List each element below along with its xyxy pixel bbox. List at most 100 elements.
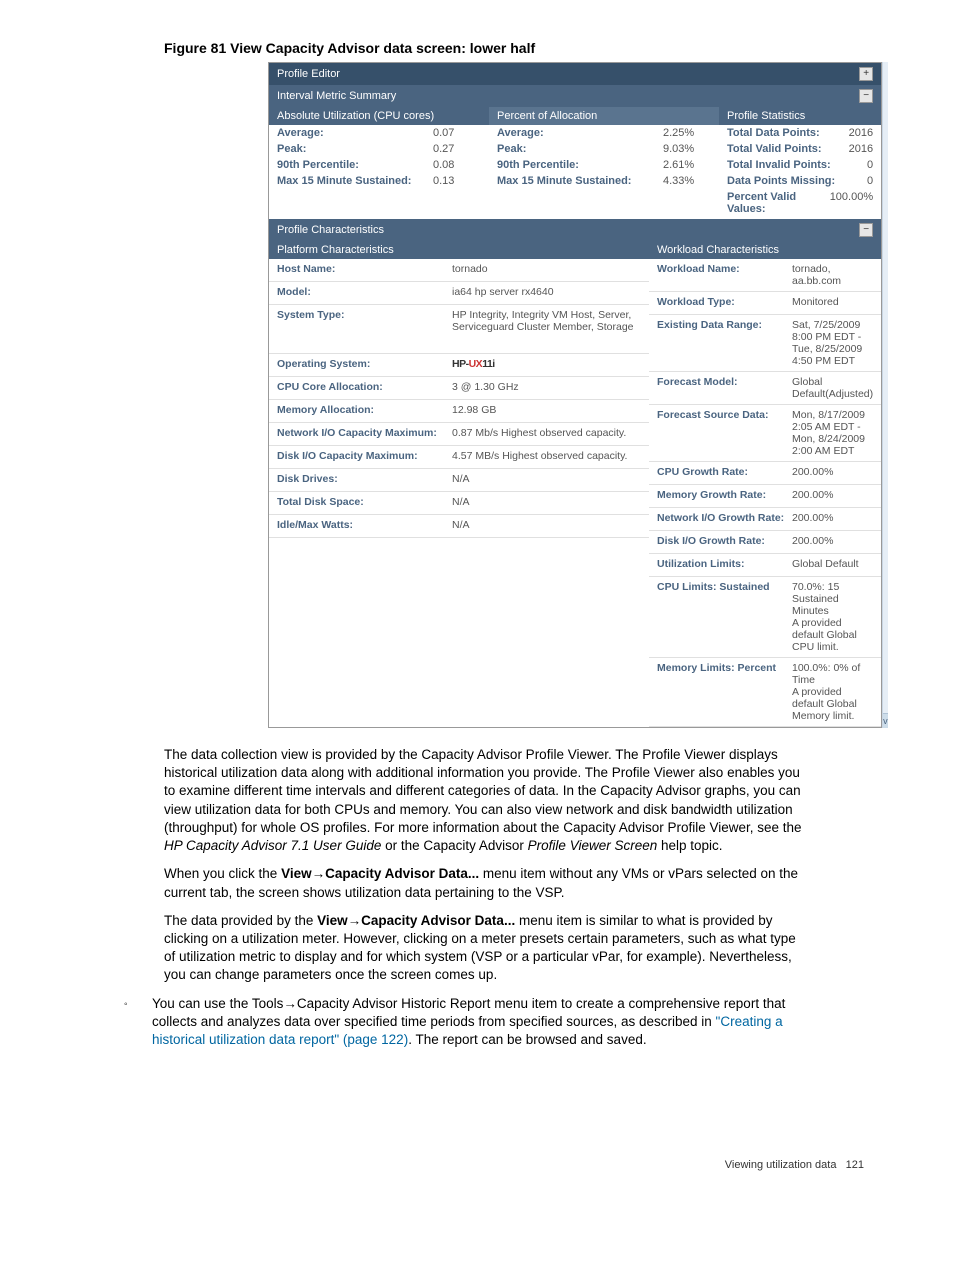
stat-v: 100.00%: [820, 191, 873, 215]
wl-k: Utilization Limits:: [657, 558, 792, 572]
stat-k: Data Points Missing:: [727, 175, 857, 187]
scrollbar[interactable]: v: [882, 62, 888, 728]
figure-caption: Figure 81 View Capacity Advisor data scr…: [164, 40, 894, 56]
wl-v: Global Default(Adjusted): [792, 376, 873, 400]
wl-k: Network I/O Growth Rate:: [657, 512, 792, 526]
body-paragraphs: The data collection view is provided by …: [164, 746, 804, 985]
bullet-body: You can use the Tools→Capacity Advisor H…: [152, 995, 804, 1050]
wl-v: 200.00%: [792, 535, 873, 549]
wl-v: Mon, 8/17/2009 2:05 AM EDT - Mon, 8/24/2…: [792, 409, 873, 457]
wl-v: 70.0%: 15 Sustained Minutes A provided d…: [792, 581, 873, 653]
plat-k: Disk Drives:: [277, 473, 452, 487]
bullet-item: ◦ You can use the Tools→Capacity Advisor…: [124, 995, 804, 1050]
plat-v: 4.57 MB/s Highest observed capacity.: [452, 450, 641, 464]
abs-k: Average:: [277, 127, 433, 139]
percent-subheader: Percent of Allocation: [489, 107, 719, 125]
platform-subheader: Platform Characteristics: [269, 241, 649, 259]
wl-v: tornado, aa.bb.com: [792, 263, 873, 287]
scroll-down-icon[interactable]: v: [883, 713, 888, 728]
plat-v: tornado: [452, 263, 641, 277]
wl-k: Memory Growth Rate:: [657, 489, 792, 503]
plat-k: CPU Core Allocation:: [277, 381, 452, 395]
plat-v: N/A: [452, 496, 641, 510]
plat-v: ia64 hp server rx4640: [452, 286, 641, 300]
abs-v: 0.08: [433, 159, 481, 171]
stat-v: 0: [857, 175, 873, 187]
pct-v: 2.25%: [663, 127, 711, 139]
plat-v: HP Integrity, Integrity VM Host, Server,…: [452, 309, 641, 349]
paragraph-2: When you click the View→Capacity Advisor…: [164, 865, 804, 901]
absolute-subheader: Absolute Utilization (CPU cores): [269, 107, 489, 125]
wl-k: Workload Type:: [657, 296, 792, 310]
plat-k: Total Disk Space:: [277, 496, 452, 510]
screenshot-panel: Profile Editor + Interval Metric Summary…: [268, 62, 882, 728]
wl-v: 100.0%: 0% of Time A provided default Gl…: [792, 662, 873, 722]
profile-editor-header: Profile Editor +: [269, 63, 881, 85]
plat-k: Host Name:: [277, 263, 452, 277]
footer-section: Viewing utilization data: [725, 1159, 837, 1171]
abs-v: 0.27: [433, 143, 481, 155]
platform-column: Host Name:tornado Model:ia64 hp server r…: [269, 259, 649, 727]
stat-k: Percent Valid Values:: [727, 191, 820, 215]
stat-k: Total Valid Points:: [727, 143, 839, 155]
abs-k: Max 15 Minute Sustained:: [277, 175, 433, 187]
wl-k: Forecast Source Data:: [657, 409, 792, 457]
plat-k: Network I/O Capacity Maximum:: [277, 427, 452, 441]
paragraph-3: The data provided by the View→Capacity A…: [164, 912, 804, 985]
plat-k: Operating System:: [277, 358, 452, 372]
interval-metric-header: Interval Metric Summary −: [269, 85, 881, 107]
pct-v: 2.61%: [663, 159, 711, 171]
interval-metric-title: Interval Metric Summary: [277, 90, 396, 102]
workload-subheader: Workload Characteristics: [649, 241, 881, 259]
wl-k: Memory Limits: Percent: [657, 662, 792, 722]
expand-icon[interactable]: +: [859, 67, 873, 81]
pct-k: 90th Percentile:: [497, 159, 663, 171]
wl-v: Monitored: [792, 296, 873, 310]
profile-characteristics-header: Profile Characteristics −: [269, 219, 881, 241]
stat-k: Total Invalid Points:: [727, 159, 857, 171]
stat-k: Total Data Points:: [727, 127, 839, 139]
plat-v: N/A: [452, 519, 641, 533]
plat-k: Idle/Max Watts:: [277, 519, 452, 533]
stats-column: Total Data Points:2016 Total Valid Point…: [719, 125, 881, 217]
pct-k: Peak:: [497, 143, 663, 155]
wl-v: Sat, 7/25/2009 8:00 PM EDT - Tue, 8/25/2…: [792, 319, 873, 367]
wl-k: Workload Name:: [657, 263, 792, 287]
plat-k: Memory Allocation:: [277, 404, 452, 418]
stat-v: 2016: [839, 127, 873, 139]
wl-k: Forecast Model:: [657, 376, 792, 400]
abs-v: 0.07: [433, 127, 481, 139]
pct-k: Max 15 Minute Sustained:: [497, 175, 663, 187]
absolute-column: Average:0.07 Peak:0.27 90th Percentile:0…: [269, 125, 489, 189]
page-footer: Viewing utilization data 121: [60, 1159, 894, 1171]
wl-v: 200.00%: [792, 489, 873, 503]
plat-k: Disk I/O Capacity Maximum:: [277, 450, 452, 464]
os-value: HP-UX11i: [452, 358, 641, 372]
collapse-icon[interactable]: −: [859, 89, 873, 103]
profile-editor-title: Profile Editor: [277, 68, 340, 80]
stat-v: 2016: [839, 143, 873, 155]
wl-k: CPU Limits: Sustained: [657, 581, 792, 653]
abs-k: Peak:: [277, 143, 433, 155]
pct-v: 9.03%: [663, 143, 711, 155]
interval-columns: Average:0.07 Peak:0.27 90th Percentile:0…: [269, 125, 881, 217]
bullet-icon: ◦: [124, 995, 152, 1050]
wl-v: 200.00%: [792, 512, 873, 526]
plat-k: Model:: [277, 286, 452, 300]
plat-v: 3 @ 1.30 GHz: [452, 381, 641, 395]
workload-column: Workload Name:tornado, aa.bb.com Workloa…: [649, 259, 881, 727]
footer-page: 121: [846, 1159, 864, 1171]
stats-subheader: Profile Statistics: [719, 107, 881, 125]
plat-v: N/A: [452, 473, 641, 487]
collapse-icon[interactable]: −: [859, 223, 873, 237]
plat-k: System Type:: [277, 309, 452, 349]
char-subheaders: Platform Characteristics Workload Charac…: [269, 241, 881, 259]
percent-column: Average:2.25% Peak:9.03% 90th Percentile…: [489, 125, 719, 189]
wl-k: Disk I/O Growth Rate:: [657, 535, 792, 549]
wl-k: Existing Data Range:: [657, 319, 792, 367]
abs-v: 0.13: [433, 175, 481, 187]
pct-k: Average:: [497, 127, 663, 139]
interval-subheaders: Absolute Utilization (CPU cores) Percent…: [269, 107, 881, 125]
profile-characteristics-title: Profile Characteristics: [277, 224, 384, 236]
plat-v: 0.87 Mb/s Highest observed capacity.: [452, 427, 641, 441]
